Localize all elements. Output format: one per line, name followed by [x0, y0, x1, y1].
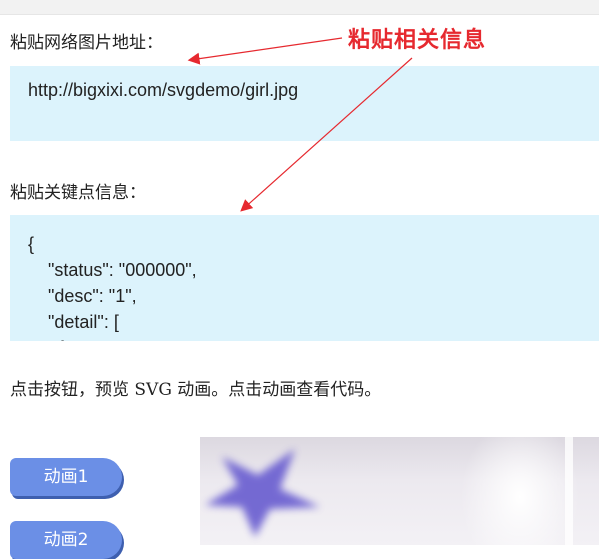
star-icon [205, 449, 320, 537]
animation-2-button[interactable]: 动画2 [10, 521, 122, 559]
image-url-value: http://bigxixi.com/svgdemo/girl.jpg [28, 80, 299, 100]
animation-preview[interactable] [200, 437, 599, 545]
json-line: "desc": "1", [28, 286, 137, 306]
keypoints-label: 粘贴关键点信息： [10, 183, 146, 203]
keypoints-input[interactable]: { "status": "000000", "desc": "1", "deta… [10, 215, 599, 341]
image-url-input[interactable]: http://bigxixi.com/svgdemo/girl.jpg [10, 66, 599, 141]
json-line: { [28, 335, 581, 341]
url-label: 粘贴网络图片地址： [10, 33, 163, 53]
json-line: "detail": [ [28, 312, 119, 332]
json-line: "status": "000000", [28, 260, 197, 280]
top-bar [0, 0, 599, 15]
annotation-text: 粘贴相关信息 [348, 28, 487, 53]
animation-1-button[interactable]: 动画1 [10, 458, 122, 496]
json-line: { [28, 234, 35, 254]
instruction-text: 点击按钮，预览 SVG 动画。点击动画查看代码。 [10, 380, 382, 400]
